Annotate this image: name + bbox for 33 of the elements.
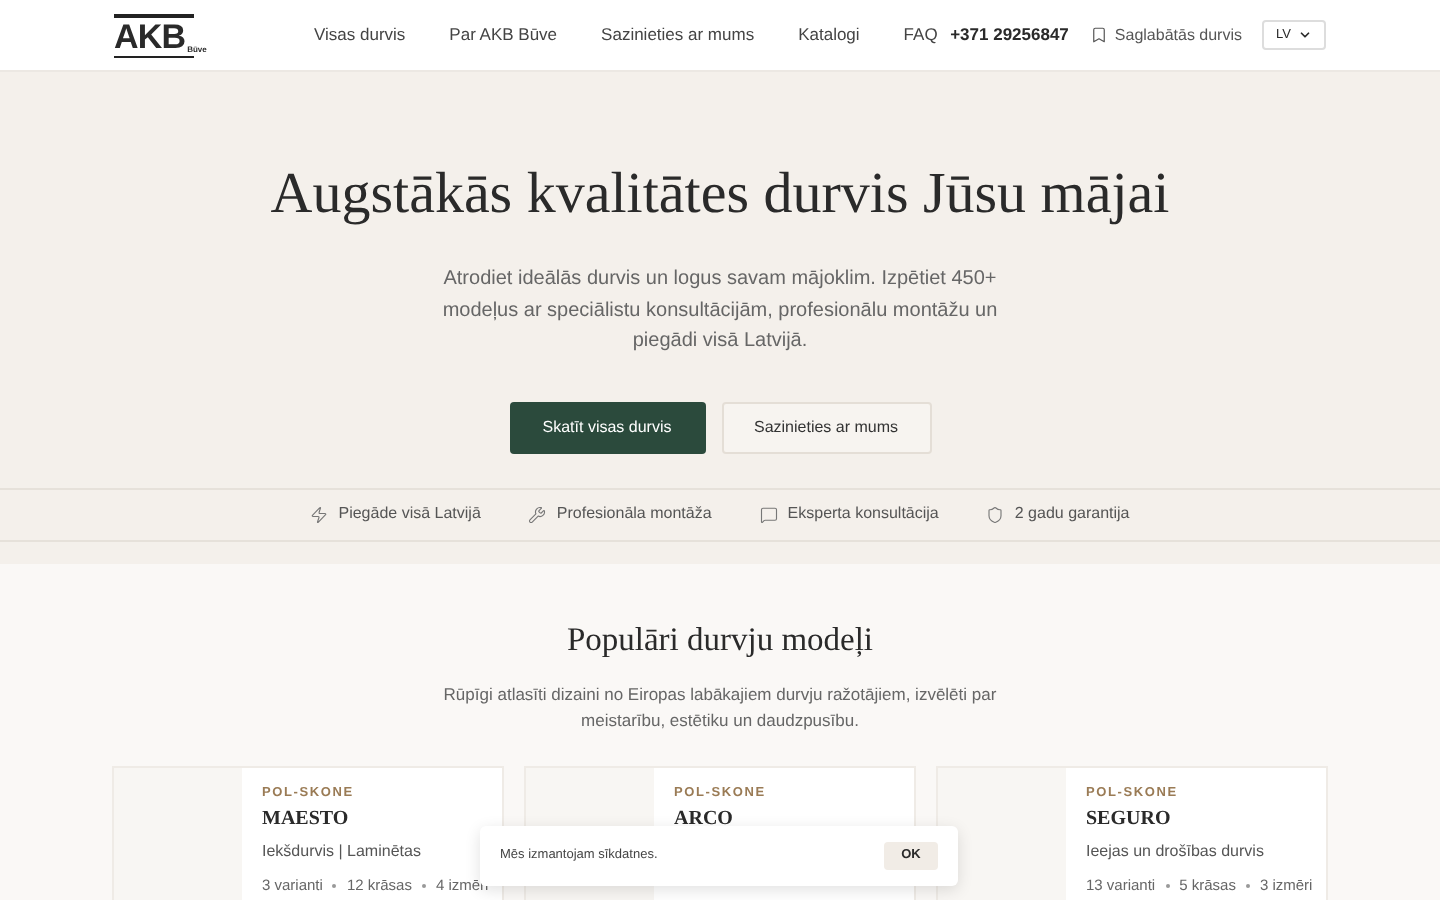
product-type: Ieejas un drošības durvis (1086, 840, 1266, 865)
dot-separator-icon (1165, 883, 1170, 888)
hero-title: Augstākās kvalitātes durvis Jūsu mājai (270, 166, 1170, 224)
saved-doors-link[interactable]: Saglabātās durvis (1090, 23, 1242, 47)
dot-separator-icon (332, 883, 337, 888)
product-name: SEGURO (1086, 810, 1173, 831)
dot-separator-icon (421, 883, 426, 888)
nav-link[interactable]: Par AKB Būve (449, 22, 558, 48)
caret-icon (1298, 28, 1312, 42)
section-subtitle: Rūpīgi atlasīti dizaini no Eiropas labākajiem durvju ražotājiem, izvēlēti par meistarību, estētiku un daudzpusību. (441, 681, 999, 733)
primary-button[interactable]: Skatīt visas durvis (509, 401, 705, 453)
feature-label: 2 gadu garantija (1014, 502, 1130, 526)
nav-link[interactable]: Visas durvis (314, 22, 406, 48)
hero-description: Atrodiet ideālās durvis un logus savam mājoklim. Izpētiet 450+ modeļus ar speciālistu konsultācijām, profesionālu montāžu un piegādi visā Latvijā. (440, 266, 1000, 356)
logo-mark: AKB (114, 19, 186, 53)
secondary-button[interactable]: Sazinieties ar mums (721, 401, 931, 453)
nav-link[interactable]: Katalogi (798, 22, 860, 48)
shield-icon (986, 505, 1005, 523)
product-name: MAESTO (262, 810, 351, 831)
phone-number: +371 29256847 (950, 22, 1069, 48)
product-type: Iekšdurvis | Laminētas (262, 840, 423, 865)
product-name: ARCO (674, 810, 735, 831)
feature-label: Profesionāla montāža (556, 502, 712, 526)
nav-link[interactable]: FAQ (903, 22, 938, 48)
section-title: Populāri durvju modeļi (566, 624, 874, 657)
feature-label: Eksperta konsultācija (787, 502, 939, 526)
chat-icon (759, 505, 778, 523)
lightning-icon (310, 505, 329, 523)
dot-separator-icon (1245, 883, 1250, 888)
bookmark-icon (1090, 26, 1109, 44)
nav-link[interactable]: Sazinieties ar mums (601, 22, 755, 48)
feature-label: Piegāde visā Latvijā (338, 502, 481, 526)
wrench-icon (528, 505, 547, 523)
